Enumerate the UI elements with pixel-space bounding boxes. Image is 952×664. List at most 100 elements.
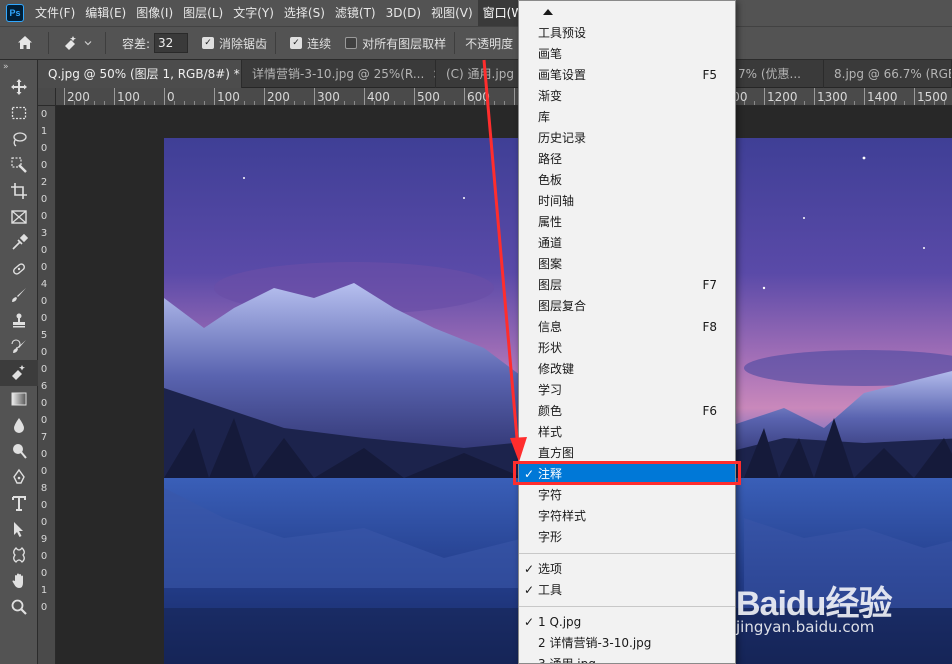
ruler-vertical: 0 1 0 0 2 0 0 3 0 0 4 0 0 5 0 0 6 0 0 7 0 0 8 0 0 9 0 0 1 0 xyxy=(38,106,56,664)
tool-blur[interactable] xyxy=(0,412,38,438)
dodge-icon xyxy=(13,444,27,459)
menu-filter[interactable]: 滤镜(T) xyxy=(330,0,381,26)
window-menu-item-7[interactable]: 色板 xyxy=(519,170,735,191)
menu-scroll-up-button[interactable] xyxy=(519,1,735,23)
window-menu-item-14[interactable]: 信息 F8 xyxy=(519,317,735,338)
antialias-checkbox[interactable]: ✓ xyxy=(202,37,215,49)
window-menu-item-6[interactable]: 路径 xyxy=(519,149,735,170)
ruler-label: 400 xyxy=(367,90,390,104)
menu-file[interactable]: 文件(F) xyxy=(30,0,80,26)
window-menu-item-19[interactable]: 样式 xyxy=(519,422,735,443)
ruler-minor-tick xyxy=(224,101,225,105)
ruler-label: 1500 xyxy=(917,90,948,104)
window-menu-item-0[interactable]: 工具预设 xyxy=(519,23,735,44)
window-menu-item-17[interactable]: 学习 xyxy=(519,380,735,401)
window-menu-item-11[interactable]: 图案 xyxy=(519,254,735,275)
tab-general-jpg[interactable]: (C) 通用.jpg @ xyxy=(436,60,522,88)
window-menu-panel-item-0[interactable]: ✓ 选项 xyxy=(519,559,735,580)
tool-gradient[interactable] xyxy=(0,386,38,412)
tool-healing[interactable] xyxy=(0,256,38,282)
menu-select[interactable]: 选择(S) xyxy=(279,0,330,26)
window-menu-document-1[interactable]: 2 详情营销-3-10.jpg xyxy=(519,633,735,654)
window-menu-item-22[interactable]: 字符 xyxy=(519,485,735,506)
window-menu-item-13[interactable]: 图层复合 xyxy=(519,296,735,317)
tab-q-jpg[interactable]: Q.jpg @ 50% (图层 1, RGB/8#) *× xyxy=(38,60,242,88)
tool-hand[interactable] xyxy=(0,568,38,594)
tool-brush[interactable] xyxy=(0,282,38,308)
tool-quick-select[interactable] xyxy=(0,152,38,178)
tool-shape[interactable] xyxy=(0,542,38,568)
ruler-minor-tick xyxy=(244,101,245,105)
contiguous-checkbox[interactable]: ✓ xyxy=(290,37,303,49)
tool-dodge[interactable] xyxy=(0,438,38,464)
window-menu-item-15[interactable]: 形状 xyxy=(519,338,735,359)
window-menu-item-16[interactable]: 修改键 xyxy=(519,359,735,380)
window-menu-item-4[interactable]: 库 xyxy=(519,107,735,128)
menu-item-label: 字形 xyxy=(538,530,563,544)
tab-detail-marketing[interactable]: 详情营销-3-10.jpg @ 25%(R...× xyxy=(242,60,436,88)
window-menu-document-0[interactable]: ✓ 1 Q.jpg xyxy=(519,612,735,633)
menu-edit[interactable]: 编辑(E) xyxy=(80,0,131,26)
tool-eyedropper[interactable] xyxy=(0,230,38,256)
hand-icon xyxy=(12,573,23,588)
window-menu-item-12[interactable]: 图层 F7 xyxy=(519,275,735,296)
ruler-minor-tick xyxy=(874,101,875,105)
ruler-label: 0 xyxy=(40,517,48,528)
ruler-minor-tick xyxy=(494,101,495,105)
menu-item-label: 通道 xyxy=(538,236,563,250)
tool-lasso[interactable] xyxy=(0,126,38,152)
window-menu-item-9[interactable]: 属性 xyxy=(519,212,735,233)
window-menu-item-1[interactable]: 画笔 xyxy=(519,44,735,65)
window-menu-item-3[interactable]: 渐变 xyxy=(519,86,735,107)
ruler-minor-tick xyxy=(394,101,395,105)
ruler-label: 1300 xyxy=(817,90,848,104)
window-menu-item-5[interactable]: 历史记录 xyxy=(519,128,735,149)
tool-history-brush[interactable] xyxy=(0,334,38,360)
menu-layer[interactable]: 图层(L) xyxy=(178,0,228,26)
tool-pen[interactable] xyxy=(0,464,38,490)
window-menu-item-10[interactable]: 通道 xyxy=(519,233,735,254)
zoom-icon xyxy=(11,599,27,615)
tool-zoom[interactable] xyxy=(0,594,38,620)
tool-type[interactable] xyxy=(0,490,38,516)
frame-icon xyxy=(11,210,27,224)
home-button[interactable] xyxy=(10,28,40,58)
tool-preset-picker[interactable] xyxy=(57,30,97,56)
menu-view[interactable]: 视图(V) xyxy=(426,0,478,26)
menu-3d[interactable]: 3D(D) xyxy=(381,0,426,26)
window-menu-item-18[interactable]: 颜色 F6 xyxy=(519,401,735,422)
ruler-label: 2 xyxy=(40,177,48,188)
ruler-label: 200 xyxy=(67,90,90,104)
tool-frame[interactable] xyxy=(0,204,38,230)
triangle-up-icon xyxy=(543,9,553,15)
window-menu-panel-item-1[interactable]: ✓ 工具 xyxy=(519,580,735,601)
tab-discount[interactable]: 7% (优惠... xyxy=(728,60,824,88)
window-menu-item-8[interactable]: 时间轴 xyxy=(519,191,735,212)
ruler-minor-tick xyxy=(174,101,175,105)
tool-marquee[interactable] xyxy=(0,100,38,126)
ruler-minor-tick xyxy=(124,101,125,105)
tool-magic-eraser[interactable] xyxy=(0,360,38,386)
tolerance-input[interactable] xyxy=(154,33,189,53)
tool-crop[interactable] xyxy=(0,178,38,204)
tool-stamp[interactable] xyxy=(0,308,38,334)
watermark-url: jingyan.baidu.com xyxy=(736,618,875,636)
annotation-highlight-box xyxy=(513,461,741,485)
menu-image[interactable]: 图像(I) xyxy=(131,0,178,26)
window-menu-item-2[interactable]: 画笔设置 F5 xyxy=(519,65,735,86)
blur-icon xyxy=(14,418,24,433)
menu-item-shortcut: F6 xyxy=(702,404,717,418)
tool-path-select[interactable] xyxy=(0,516,38,542)
window-menu-item-24[interactable]: 字形 xyxy=(519,527,735,548)
all-layers-checkbox[interactable] xyxy=(345,37,358,49)
ruler-minor-tick xyxy=(184,101,185,105)
window-menu-item-23[interactable]: 字符样式 xyxy=(519,506,735,527)
toolbox-collapse-button[interactable]: » xyxy=(0,60,37,74)
tab-8-jpg[interactable]: 8.jpg @ 66.7% (RGB... xyxy=(824,60,952,88)
ruler-minor-tick xyxy=(934,101,935,105)
tool-move[interactable] xyxy=(0,74,38,100)
menu-separator xyxy=(519,553,735,554)
window-menu-document-2[interactable]: 3 通用.jpg xyxy=(519,654,735,663)
menu-item-label: 直方图 xyxy=(538,446,575,460)
menu-type[interactable]: 文字(Y) xyxy=(228,0,279,26)
